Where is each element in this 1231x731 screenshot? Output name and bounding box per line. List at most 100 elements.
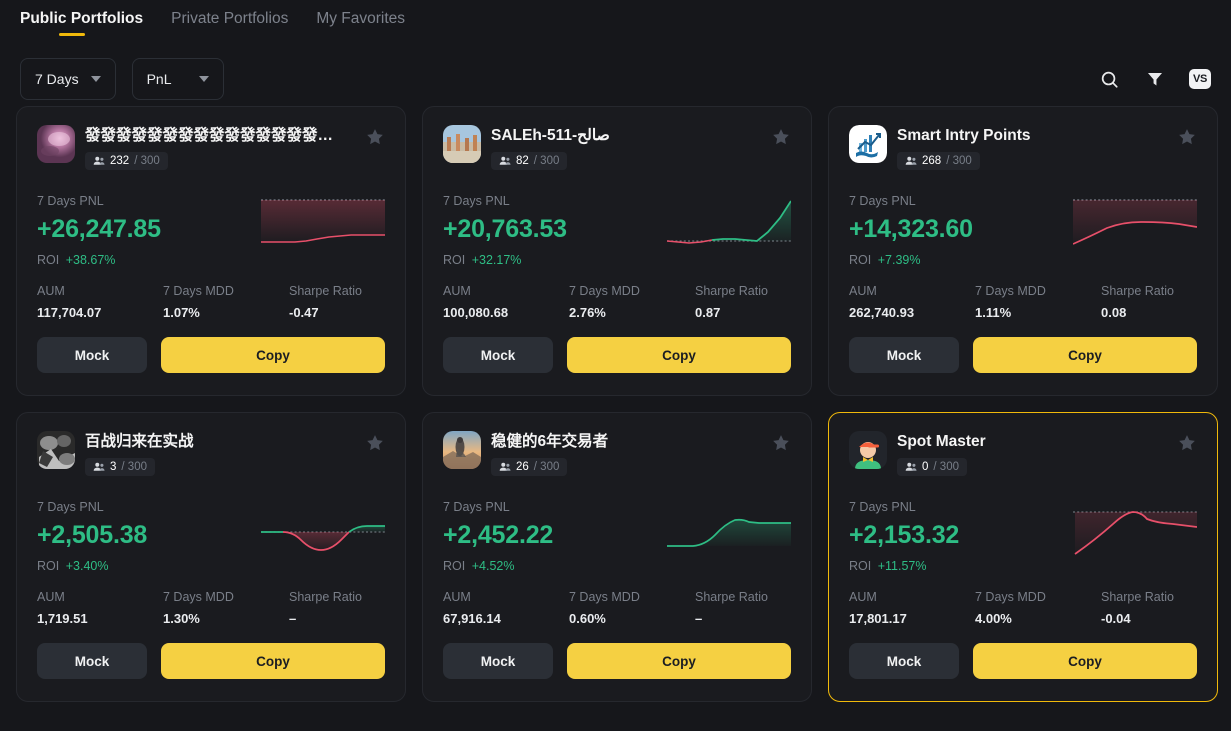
portfolio-card[interactable]: 發發發發發發發發發發發發發發發發發發... 232 / 300 [16, 106, 406, 396]
card-actions: Mock Copy [37, 337, 385, 373]
stat-value: 1.30% [163, 611, 289, 626]
compare-vs-button[interactable]: VS [1189, 69, 1211, 89]
card-header: SALEh-511-صالح 82 / 300 [443, 125, 791, 172]
roi-row: ROI +32.17% [443, 253, 567, 267]
stat-mdd: 7 Days MDD 4.00% [975, 590, 1101, 626]
stat-value: 0.60% [569, 611, 695, 626]
portfolio-card[interactable]: 稳健的6年交易者 26 / 300 [422, 412, 812, 702]
mock-button[interactable]: Mock [849, 643, 959, 679]
favorite-star-icon[interactable] [1177, 431, 1197, 458]
stat-value: 67,916.14 [443, 611, 569, 626]
tab-my-favorites[interactable]: My Favorites [316, 8, 405, 40]
sparkline-wrap [973, 194, 1197, 256]
pnl-value: +2,505.38 [37, 521, 147, 550]
pnl-value: +14,323.60 [849, 215, 973, 244]
portfolio-card[interactable]: SALEh-511-صالح 82 / 300 [422, 106, 812, 396]
avatar [849, 431, 887, 469]
copy-button[interactable]: Copy [161, 337, 385, 373]
copy-button[interactable]: Copy [567, 643, 791, 679]
stat-label: Sharpe Ratio [1101, 284, 1197, 298]
stat-value: 1.11% [975, 305, 1101, 320]
stats-row: AUM 117,704.07 7 Days MDD 1.07% Sharpe R… [37, 284, 385, 320]
copy-button[interactable]: Copy [161, 643, 385, 679]
card-actions: Mock Copy [37, 643, 385, 679]
stat-aum: AUM 17,801.17 [849, 590, 975, 626]
stat-aum: AUM 100,080.68 [443, 284, 569, 320]
card-actions: Mock Copy [849, 643, 1197, 679]
chevron-down-icon [91, 76, 101, 82]
stat-value: 100,080.68 [443, 305, 569, 320]
pnl-label: 7 Days PNL [849, 194, 973, 208]
card-title-block: 稳健的6年交易者 26 / 300 [491, 431, 771, 478]
favorite-star-icon[interactable] [771, 431, 791, 458]
card-actions: Mock Copy [849, 337, 1197, 373]
mock-button[interactable]: Mock [849, 337, 959, 373]
members-current: 0 [922, 461, 928, 473]
portfolio-title: Smart Intry Points [897, 126, 1147, 146]
tab-private-portfolios[interactable]: Private Portfolios [171, 8, 288, 40]
members-total: / 300 [933, 461, 959, 473]
tab-label: Private Portfolios [171, 10, 288, 27]
avatar [443, 125, 481, 163]
metric-select[interactable]: PnL [132, 58, 224, 100]
pnl-label: 7 Days PNL [443, 500, 553, 514]
roi-value: +3.40% [66, 559, 109, 573]
roi-label: ROI [443, 559, 465, 573]
stat-sharpe: Sharpe Ratio – [695, 590, 791, 626]
pnl-values: 7 Days PNL +20,763.53 ROI +32.17% [443, 194, 567, 267]
stat-sharpe: Sharpe Ratio – [289, 590, 385, 626]
card-actions: Mock Copy [443, 643, 791, 679]
roi-label: ROI [37, 559, 59, 573]
favorite-star-icon[interactable] [1177, 125, 1197, 152]
favorite-star-icon[interactable] [771, 125, 791, 152]
mock-button[interactable]: Mock [37, 337, 147, 373]
stat-mdd: 7 Days MDD 2.76% [569, 284, 695, 320]
stat-label: Sharpe Ratio [695, 590, 791, 604]
members-badge: 3 / 300 [85, 458, 155, 476]
stat-value: 1,719.51 [37, 611, 163, 626]
members-current: 232 [110, 155, 129, 167]
mock-button[interactable]: Mock [443, 643, 553, 679]
portfolio-title: 稳健的6年交易者 [491, 432, 741, 452]
portfolio-card-selected[interactable]: Spot Master 0 / 300 [828, 412, 1218, 702]
copy-button[interactable]: Copy [567, 337, 791, 373]
portfolio-card[interactable]: Smart Intry Points 268 / 300 [828, 106, 1218, 396]
favorite-star-icon[interactable] [365, 431, 385, 458]
roi-row: ROI +7.39% [849, 253, 973, 267]
stat-value: 4.00% [975, 611, 1101, 626]
members-current: 268 [922, 155, 941, 167]
favorite-star-icon[interactable] [365, 125, 385, 152]
people-icon [499, 155, 511, 167]
people-icon [499, 461, 511, 473]
stats-row: AUM 1,719.51 7 Days MDD 1.30% Sharpe Rat… [37, 590, 385, 626]
period-select[interactable]: 7 Days [20, 58, 116, 100]
pnl-values: 7 Days PNL +26,247.85 ROI +38.67% [37, 194, 161, 267]
people-icon [93, 461, 105, 473]
members-current: 3 [110, 461, 116, 473]
search-icon[interactable] [1097, 67, 1121, 91]
pnl-value: +26,247.85 [37, 215, 161, 244]
sparkline-chart [261, 196, 385, 256]
card-header: 稳健的6年交易者 26 / 300 [443, 431, 791, 478]
stat-value: -0.04 [1101, 611, 1197, 626]
period-select-value: 7 Days [35, 71, 79, 87]
roi-value: +7.39% [878, 253, 921, 267]
sparkline-chart [1073, 196, 1197, 256]
pnl-value: +2,153.32 [849, 521, 959, 550]
mock-button[interactable]: Mock [443, 337, 553, 373]
copy-button[interactable]: Copy [973, 643, 1197, 679]
tab-public-portfolios[interactable]: Public Portfolios [20, 8, 143, 40]
stat-mdd: 7 Days MDD 1.11% [975, 284, 1101, 320]
card-title-block: Smart Intry Points 268 / 300 [897, 125, 1177, 172]
stat-sharpe: Sharpe Ratio 0.08 [1101, 284, 1197, 320]
members-current: 26 [516, 461, 529, 473]
stats-row: AUM 17,801.17 7 Days MDD 4.00% Sharpe Ra… [849, 590, 1197, 626]
copy-button[interactable]: Copy [973, 337, 1197, 373]
portfolio-card[interactable]: 百战归来在实战 3 / 300 [16, 412, 406, 702]
stat-label: Sharpe Ratio [289, 284, 385, 298]
roi-label: ROI [37, 253, 59, 267]
filter-icon[interactable] [1143, 67, 1167, 91]
mock-button[interactable]: Mock [37, 643, 147, 679]
stat-value: – [695, 611, 791, 626]
pnl-section: 7 Days PNL +2,452.22 ROI +4.52% [443, 500, 791, 576]
